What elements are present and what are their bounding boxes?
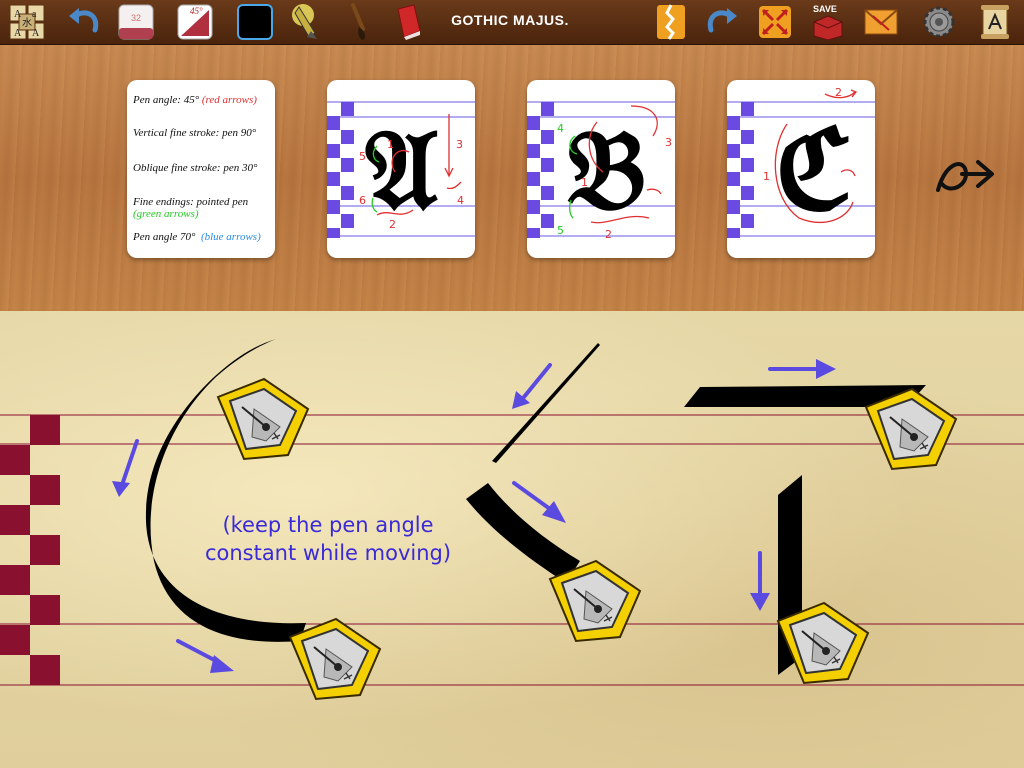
arrow-down-left-icon [512, 363, 552, 409]
pen-size-value: 32 [131, 13, 142, 23]
stroke-number: 5 [359, 150, 366, 163]
legend-fine-endings-text: Fine endings: pointed pen [133, 196, 249, 208]
undo-icon [69, 8, 99, 33]
next-letters-arrow-icon[interactable] [932, 150, 996, 202]
font-style-title[interactable]: GOTHIC MAJUS. [420, 12, 600, 28]
stroke-number: 4 [557, 122, 564, 135]
alphabet-grid-icon: A a 水 A A [9, 4, 45, 40]
torn-page-button[interactable] [652, 3, 690, 41]
stroke-number: 1 [581, 176, 588, 189]
email-icon [864, 9, 898, 35]
legend-red-arrows-text: (red arrows) [201, 94, 257, 106]
ink-color-icon [237, 4, 273, 40]
arrow-down-right-icon [176, 639, 234, 673]
redo-icon [707, 8, 737, 33]
card-checker [727, 102, 754, 238]
legend-blue-arrows-text: (blue arrows) [200, 231, 261, 243]
diagonal-stroke-demo [466, 343, 600, 583]
pen-nib-icon[interactable] [865, 388, 957, 470]
letter-b-diagram: 𝔅 1 2 3 4 5 [527, 101, 675, 241]
nib-pen-button[interactable] [288, 3, 326, 41]
letter-card-b[interactable]: 𝔅 1 2 3 4 5 [527, 80, 675, 258]
stroke-number: 2 [835, 86, 842, 99]
svg-text:A: A [32, 28, 40, 39]
legend-oblique: Oblique fine stroke: pen 30° [133, 162, 258, 174]
undo-button[interactable] [66, 3, 104, 41]
letter-card-a[interactable]: 𝔄 1 2 3 4 5 6 [327, 80, 475, 258]
svg-text:A: A [14, 28, 22, 39]
svg-text:a: a [32, 9, 37, 20]
pen-nib-icon[interactable] [217, 378, 309, 460]
stroke-number: 3 [456, 138, 463, 151]
pen-nib-icon[interactable] [549, 560, 641, 642]
settings-button[interactable] [920, 3, 958, 41]
scroll-button[interactable] [976, 3, 1014, 41]
letter-card-c[interactable]: ℭ 2 1 [727, 80, 875, 258]
alphabet-grid-button[interactable]: A a 水 A A [8, 3, 46, 41]
stroke-number: 3 [665, 136, 672, 149]
torn-page-icon [657, 4, 685, 40]
legend-pen-angle: Pen angle: 45° (red arrows) [133, 94, 273, 106]
stroke-number: 5 [557, 224, 564, 237]
arrow-down-left-icon [112, 439, 139, 497]
legend-pen-angle-70-text: Pen angle 70° [133, 231, 196, 243]
pen-angle-button[interactable]: 45° [176, 3, 214, 41]
pen-nib-icon[interactable] [777, 602, 869, 684]
legend-green-arrows-text: (green arrows) [133, 208, 199, 220]
pen-angle-value: 45° [190, 6, 203, 16]
arrow-down-icon [750, 551, 770, 611]
save-button[interactable]: SAVE [809, 3, 847, 41]
brush-button[interactable] [340, 3, 378, 41]
letter-a-diagram: 𝔄 1 2 3 4 5 6 [327, 101, 475, 238]
top-toolbar: A a 水 A A 32 45° GOTHIC MAJUS. SAVE [0, 0, 1024, 45]
pen-nib-icon[interactable] [289, 618, 381, 700]
legend-pen-angle-70: Pen angle 70° (blue arrows) [133, 231, 273, 243]
instruction-text: (keep the pen angle constant while movin… [204, 513, 452, 565]
nib-pen-icon [292, 4, 317, 39]
curve-stroke-demo [145, 339, 306, 642]
practice-canvas[interactable] [0, 311, 1024, 768]
sheet-checker [0, 415, 60, 685]
legend-pen-angle-text: Pen angle: 45° [133, 94, 200, 106]
pen-size-button[interactable]: 32 [117, 3, 155, 41]
save-label: SAVE [813, 4, 837, 14]
arrow-right-icon [768, 359, 836, 379]
legend-fine-endings: Fine endings: pointed pen (green arrows) [133, 196, 273, 220]
svg-text:水: 水 [22, 17, 32, 29]
stroke-number: 1 [763, 170, 770, 183]
letter-b-glyph: 𝔅 [567, 105, 646, 234]
svg-text:A: A [14, 9, 22, 20]
fullscreen-icon [759, 6, 791, 38]
redo-button[interactable] [702, 3, 740, 41]
legend-vertical: Vertical fine stroke: pen 90° [133, 127, 257, 139]
email-button[interactable] [862, 3, 900, 41]
settings-icon [923, 6, 955, 38]
card-checker [327, 102, 354, 238]
card-checker [527, 102, 554, 238]
stroke-number: 1 [387, 138, 394, 151]
scroll-icon [981, 5, 1009, 39]
stroke-number: 4 [457, 194, 464, 207]
ink-color-button[interactable] [236, 3, 274, 41]
stroke-number: 6 [359, 194, 366, 207]
arrow-down-right-icon [512, 481, 566, 523]
letter-c-diagram: ℭ 2 1 [727, 86, 875, 238]
fullscreen-button[interactable] [756, 3, 794, 41]
sheet-guide-lines [0, 414, 1024, 686]
stroke-number: 2 [389, 218, 396, 231]
stroke-number: 2 [605, 228, 612, 241]
brush-icon [351, 3, 366, 40]
stroke-legend-card: Pen angle: 45° (red arrows) Vertical fin… [127, 80, 275, 258]
